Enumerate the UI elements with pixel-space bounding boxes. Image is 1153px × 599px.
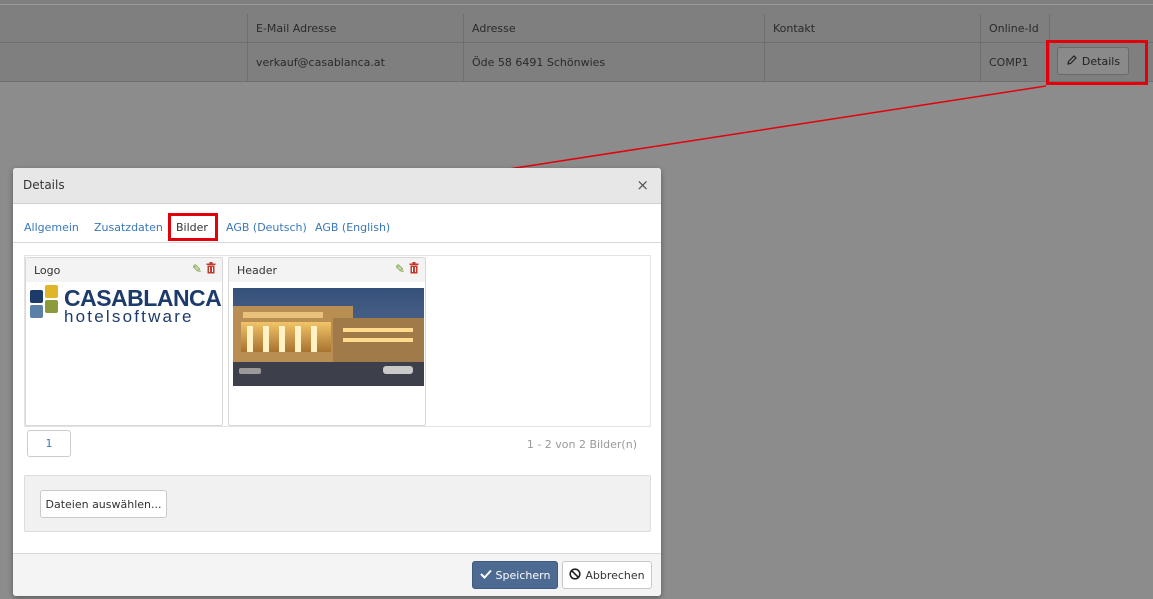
delete-icon[interactable]: [206, 262, 216, 277]
edit-icon[interactable]: ✎: [395, 262, 405, 277]
save-button[interactable]: Speichern: [472, 561, 558, 589]
cell-email: verkauf@casablanca.at: [247, 43, 463, 81]
card-title: Header: [237, 264, 278, 277]
check-icon: [479, 569, 492, 582]
table-row[interactable]: verkauf@casablanca.at Öde 58 6491 Schönw…: [0, 43, 1153, 82]
edit-icon[interactable]: ✎: [192, 262, 202, 277]
dialog-title: Details: [23, 178, 65, 192]
card-header: Header ✎: [229, 258, 425, 282]
tab-agb-deutsch[interactable]: AGB (Deutsch): [226, 221, 307, 234]
hotel-photo: [233, 288, 424, 386]
tab-zusatzdaten[interactable]: Zusatzdaten: [94, 221, 163, 234]
card-actions: ✎: [395, 262, 419, 277]
save-button-label: Speichern: [495, 568, 551, 582]
upload-area: Dateien auswählen...: [24, 475, 651, 532]
logo-square: [45, 300, 58, 313]
column-header-email[interactable]: E-Mail Adresse: [247, 14, 463, 42]
close-icon[interactable]: ×: [636, 176, 649, 194]
card-actions: ✎: [192, 262, 216, 277]
logo-sub-text: hotelsoftware: [64, 307, 194, 326]
logo-square: [45, 285, 58, 298]
pager-info: 1 - 2 von 2 Bilder(n): [526, 438, 637, 451]
casablanca-logo: CASABLANCA hotelsoftware: [30, 285, 222, 326]
column-header-online-id[interactable]: Online-Id: [980, 14, 1049, 42]
details-dialog: Details × Allgemein Zusatzdaten Bilder A…: [13, 168, 661, 596]
column-header-actions: [1049, 14, 1153, 42]
table-divider: [0, 4, 1153, 5]
tab-bilder-highlight: [168, 213, 218, 241]
dialog-footer: Speichern Abbrechen: [13, 553, 661, 596]
cell-online-id: COMP1: [980, 43, 1049, 81]
cancel-button[interactable]: Abbrechen: [562, 561, 652, 589]
pager-page-1[interactable]: 1: [27, 430, 71, 457]
image-card-header[interactable]: Header ✎: [228, 257, 426, 426]
customer-table: E-Mail Adresse Adresse Kontakt Online-Id…: [0, 0, 1153, 82]
tab-allgemein[interactable]: Allgemein: [24, 221, 79, 234]
card-header: Logo ✎: [26, 258, 222, 282]
column-header-address[interactable]: Adresse: [463, 14, 764, 42]
ban-icon: [569, 567, 581, 583]
logo-square: [30, 305, 43, 318]
image-gallery: Logo ✎ CASABLANCA hotelsoftware Header ✎: [24, 255, 651, 427]
column-header-contact[interactable]: Kontakt: [764, 14, 980, 42]
details-button-highlight: [1046, 40, 1148, 85]
table-header-row: E-Mail Adresse Adresse Kontakt Online-Id: [0, 14, 1153, 43]
tab-agb-english[interactable]: AGB (English): [315, 221, 390, 234]
cell-contact: [764, 43, 980, 81]
tab-bar: Allgemein Zusatzdaten Bilder AGB (Deutsc…: [13, 204, 661, 243]
logo-square: [30, 290, 43, 303]
card-title: Logo: [34, 264, 61, 277]
image-card-logo[interactable]: Logo ✎ CASABLANCA hotelsoftware: [25, 257, 223, 426]
cancel-button-label: Abbrechen: [585, 568, 645, 582]
cell-address: Öde 58 6491 Schönwies: [463, 43, 764, 81]
choose-files-button[interactable]: Dateien auswählen...: [40, 490, 167, 518]
dialog-header: Details ×: [13, 168, 661, 204]
delete-icon[interactable]: [409, 262, 419, 277]
